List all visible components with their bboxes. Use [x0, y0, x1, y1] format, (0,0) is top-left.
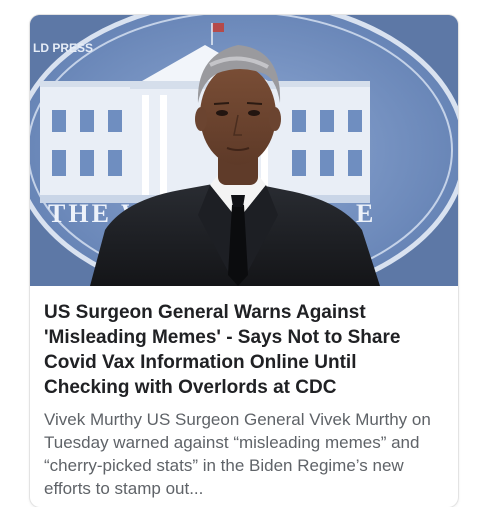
backdrop-lettering-right: E — [356, 199, 373, 228]
article-snippet: Vivek Murthy US Surgeon General Vivek Mu… — [44, 410, 431, 498]
article-text: US Surgeon General Warns Against 'Mislea… — [30, 286, 458, 500]
article-image[interactable]: LD PRESS THE W E — [30, 15, 458, 286]
flag-icon — [212, 23, 224, 32]
press-watermark: LD PRESS — [33, 41, 93, 55]
press-briefing-photo: LD PRESS THE W E — [30, 15, 458, 286]
article-headline[interactable]: US Surgeon General Warns Against 'Mislea… — [44, 300, 444, 400]
news-article-card[interactable]: LD PRESS THE W E US Surgeon General Warn… — [30, 15, 458, 507]
